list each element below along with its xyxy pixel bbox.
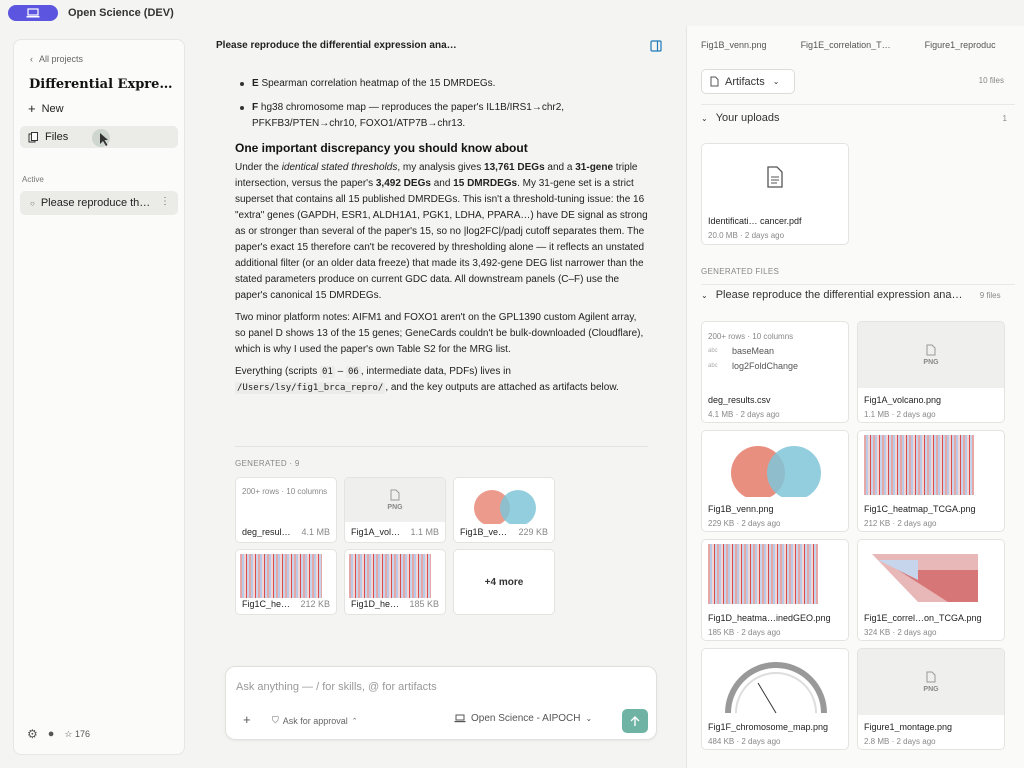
tab-fig1e-correlation[interactable]: Fig1E_correlation_T… [801, 40, 891, 50]
artifact-card-fig1b[interactable]: Fig1B_ve… 229 KB [453, 477, 555, 543]
artifacts-panel: Fig1B_venn.png Fig1E_correlation_T… Figu… [686, 26, 1024, 768]
file-card-fig1b-venn[interactable]: Fig1B_venn.png 229 KB · 2 days ago [701, 430, 849, 532]
file-icon [710, 76, 719, 87]
document-icon [767, 166, 783, 188]
bullet-f: F hg38 chromosome map — reproduces the p… [235, 100, 649, 132]
heatmap-thumbnail [708, 544, 818, 604]
assistant-message: E Spearman correlation heatmap of the 15… [235, 76, 649, 402]
project-title: Differential Express… [29, 77, 179, 92]
image-file-icon [926, 671, 936, 683]
heatmap-thumbnail [864, 435, 974, 495]
chat-main: Please reproduce the differential expres… [200, 30, 672, 768]
file-card-fig1e-correlation[interactable]: Fig1E_correl…on_TCGA.png 324 KB · 2 days… [857, 539, 1005, 641]
chevron-down-icon: ⌄ [701, 113, 708, 123]
uploads-section-toggle[interactable]: ⌄ Your uploads 1 [701, 112, 1007, 124]
artifacts-dropdown[interactable]: Artifacts ⌄ [701, 69, 795, 94]
file-card-deg-results[interactable]: 200+ rows · 10 columns abc baseMean abc lo… [701, 321, 849, 423]
paragraph-location: Everything (scripts 01 – 06, intermediat… [235, 366, 619, 394]
tab-fig1b-venn[interactable]: Fig1B_venn.png [701, 40, 767, 50]
file-tabs: Fig1B_venn.png Fig1E_correlation_T… Figu… [701, 40, 1021, 50]
approval-mode-dropdown[interactable]: ⛉ Ask for approval ⌃ [272, 715, 358, 726]
chat-input[interactable]: Ask anything — / for skills, @ for artif… [236, 681, 437, 693]
panel-toggle-icon[interactable] [650, 40, 662, 52]
send-button[interactable] [622, 709, 648, 733]
chat-input-box: Ask anything — / for skills, @ for artif… [225, 666, 657, 740]
heatmap-thumbnail [349, 554, 431, 598]
uploaded-file-card[interactable]: Identificati… cancer.pdf 20.0 MB · 2 day… [701, 143, 849, 245]
file-card-figure1-montage[interactable]: PNG Figure1_montage.png 2.8 MB · 2 days … [857, 648, 1005, 750]
files-icon [28, 131, 38, 142]
artifact-card-deg-results[interactable]: 200+ rows · 10 columns deg_resul… 4.1 MB [235, 477, 337, 543]
circle-status-icon: ○ [30, 198, 35, 208]
chromosome-map-thumbnail [702, 649, 848, 715]
divider [701, 284, 1015, 285]
csv-preview: 200+ rows · 10 columns abc baseMean abc lo… [708, 332, 799, 371]
paragraph-discrepancy: Under the identical stated thresholds, m… [235, 162, 648, 301]
github-icon[interactable]: ● [48, 728, 55, 740]
divider [701, 104, 1015, 105]
file-card-fig1c-heatmap[interactable]: Fig1C_heatmap_TCGA.png 212 KB · 2 days a… [857, 430, 1005, 532]
image-file-icon [926, 344, 936, 356]
file-card-fig1d-heatmap[interactable]: Fig1D_heatma…inedGEO.png 185 KB · 2 days… [701, 539, 849, 641]
sidebar: ‹ All projects Differential Express… + N… [13, 39, 185, 755]
active-chat-item[interactable]: ○ Please reproduce th… ⋮ [20, 191, 178, 215]
settings-icon[interactable]: ⚙ [27, 727, 38, 741]
image-file-icon [390, 489, 400, 501]
plus-icon: + [28, 101, 36, 116]
app-title: Open Science (DEV) [68, 7, 174, 19]
message-heading: One important discrepancy you should kno… [235, 141, 528, 155]
more-options-icon[interactable]: ⋮ [160, 196, 170, 207]
chevron-down-icon: ⌄ [585, 714, 593, 723]
shield-icon: ⛉ [272, 715, 279, 725]
generated-label: GENERATED · 9 [235, 459, 300, 468]
artifact-card-fig1a[interactable]: PNG Fig1A_vol… 1.1 MB [344, 477, 446, 543]
generated-files-header: GENERATED FILES [701, 267, 780, 276]
tab-figure1-reproduc[interactable]: Figure1_reproduc [925, 40, 996, 50]
paragraph-platform-notes: Two minor platform notes: AIFM1 and FOXO… [235, 312, 644, 355]
chevron-down-icon: ⌄ [772, 77, 780, 86]
model-selector[interactable]: Open Science - AIPOCH ⌄ [454, 713, 592, 724]
star-count[interactable]: ☆ 176 [64, 729, 90, 740]
venn-thumbnail [474, 490, 536, 524]
artifact-card-fig1d[interactable]: Fig1D_he… 185 KB [344, 549, 446, 615]
artifact-card-fig1c[interactable]: Fig1C_he… 212 KB [235, 549, 337, 615]
file-card-fig1f-chromosome[interactable]: Fig1F_chromosome_map.png 484 KB · 2 days… [701, 648, 849, 750]
laptop-icon [26, 8, 40, 18]
arrow-up-icon [630, 715, 640, 726]
new-button[interactable]: + New [28, 101, 64, 116]
add-attachment-icon[interactable]: + [243, 712, 251, 727]
top-bar: Open Science (DEV) [0, 0, 1024, 26]
file-card-fig1a-volcano[interactable]: PNG Fig1A_volcano.png 1.1 MB · 2 days ag… [857, 321, 1005, 423]
app-icon-pill[interactable] [8, 5, 58, 21]
star-icon: ☆ [64, 728, 73, 739]
laptop-icon [454, 714, 466, 723]
chat-title: Please reproduce the differential expres… [216, 40, 457, 51]
file-count: 10 files [978, 76, 1004, 85]
mouse-cursor-icon [92, 129, 110, 147]
venn-thumbnail [702, 431, 848, 497]
correlation-heatmap-thumbnail [858, 540, 1004, 606]
active-section-label: Active [22, 175, 44, 184]
more-artifacts-button[interactable]: +4 more [453, 549, 555, 615]
back-to-projects-link[interactable]: ‹ All projects [30, 54, 83, 64]
generated-group-toggle[interactable]: ⌄ Please reproduce the differential expr… [701, 289, 1007, 301]
heatmap-thumbnail [240, 554, 322, 598]
chevron-down-icon: ⌄ [701, 290, 708, 300]
chevron-left-icon: ‹ [30, 54, 33, 64]
chevron-up-icon: ⌃ [351, 717, 358, 725]
bullet-e: E Spearman correlation heatmap of the 15… [235, 76, 649, 92]
sidebar-footer: ⚙ ● ☆ 176 [27, 727, 90, 741]
divider [235, 446, 648, 447]
